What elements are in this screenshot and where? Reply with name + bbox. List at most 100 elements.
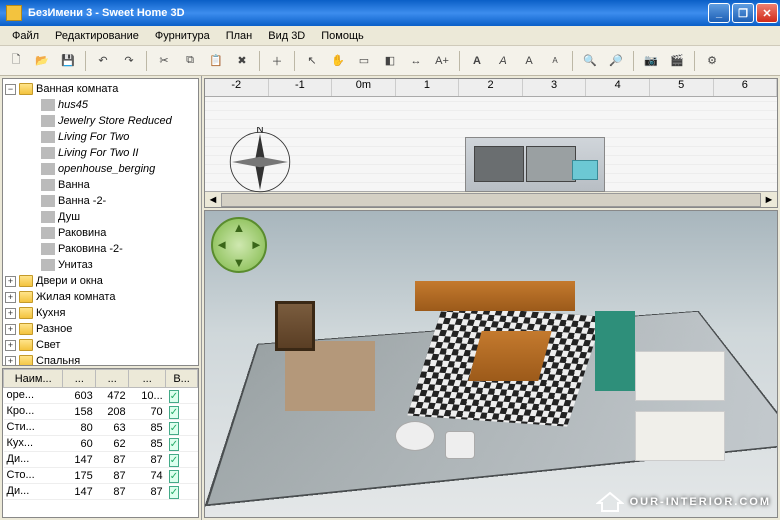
- tree-item-label: Ванна -2-: [58, 195, 106, 207]
- text-bold-icon[interactable]: A: [465, 49, 489, 73]
- cut-icon[interactable]: ✂: [152, 49, 176, 73]
- furniture-icon: [41, 227, 55, 239]
- tree-item[interactable]: Ванна: [5, 177, 196, 193]
- collapse-icon[interactable]: −: [5, 84, 16, 95]
- column-header[interactable]: В...: [166, 370, 198, 388]
- checkbox-icon[interactable]: ✓: [169, 406, 179, 419]
- plan-view[interactable]: -2-10m123456 N ◄ ►: [204, 78, 778, 208]
- room-icon[interactable]: ◧: [378, 49, 402, 73]
- expand-icon[interactable]: +: [5, 308, 16, 319]
- plan-canvas[interactable]: N: [205, 97, 777, 191]
- pan-icon[interactable]: ✋: [326, 49, 350, 73]
- menu-edit[interactable]: Редактирование: [47, 28, 147, 44]
- maximize-button[interactable]: ❐: [732, 3, 754, 23]
- checkbox-icon[interactable]: ✓: [169, 486, 179, 499]
- tree-folder[interactable]: +Жилая комната: [5, 289, 196, 305]
- open-icon[interactable]: 📂: [30, 49, 54, 73]
- furniture-table[interactable]: Наим............В... оре...60347210...✓ …: [2, 368, 199, 518]
- table-row[interactable]: Ди...1478787✓: [4, 484, 198, 500]
- zoom-in-icon[interactable]: 🔍: [578, 49, 602, 73]
- table-row[interactable]: Сто...1758774✓: [4, 468, 198, 484]
- camera-icon[interactable]: 📷: [639, 49, 663, 73]
- checkbox-icon[interactable]: ✓: [169, 438, 179, 451]
- text-small-icon[interactable]: A: [543, 49, 567, 73]
- menu-help[interactable]: Помощь: [313, 28, 372, 44]
- furniture-icon: [41, 131, 55, 143]
- column-header[interactable]: ...: [63, 370, 96, 388]
- tree-item[interactable]: Душ: [5, 209, 196, 225]
- undo-icon[interactable]: ↶: [91, 49, 115, 73]
- add-furniture-icon[interactable]: ＋: [265, 49, 289, 73]
- table-row[interactable]: оре...60347210...✓: [4, 388, 198, 404]
- minimize-button[interactable]: _: [708, 3, 730, 23]
- expand-icon[interactable]: +: [5, 340, 16, 351]
- close-button[interactable]: ✕: [756, 3, 778, 23]
- wall-icon[interactable]: ▭: [352, 49, 376, 73]
- tree-folder[interactable]: +Свет: [5, 337, 196, 353]
- new-icon[interactable]: 🗋: [4, 49, 28, 73]
- expand-icon[interactable]: +: [5, 356, 16, 367]
- paste-icon[interactable]: 📋: [204, 49, 228, 73]
- menu-file[interactable]: Файл: [4, 28, 47, 44]
- tree-item[interactable]: Унитаз: [5, 257, 196, 273]
- table-row[interactable]: Кух...606285✓: [4, 436, 198, 452]
- ruler-horizontal: -2-10m123456: [205, 79, 777, 97]
- tree-item[interactable]: Living For Two: [5, 129, 196, 145]
- tree-item[interactable]: Раковина -2-: [5, 241, 196, 257]
- scroll-left-icon[interactable]: ◄: [205, 194, 221, 206]
- nav-right-icon[interactable]: ►: [250, 237, 263, 252]
- expand-icon[interactable]: +: [5, 276, 16, 287]
- tree-item[interactable]: Ванна -2-: [5, 193, 196, 209]
- table-row[interactable]: Кро...15820870✓: [4, 404, 198, 420]
- ruler-tick: 4: [586, 79, 650, 96]
- zoom-out-icon[interactable]: 🔎: [604, 49, 628, 73]
- checkbox-icon[interactable]: ✓: [169, 470, 179, 483]
- tree-item[interactable]: Раковина: [5, 225, 196, 241]
- scroll-right-icon[interactable]: ►: [761, 194, 777, 206]
- tree-folder[interactable]: +Двери и окна: [5, 273, 196, 289]
- text-big-icon[interactable]: A: [517, 49, 541, 73]
- select-icon[interactable]: ↖: [300, 49, 324, 73]
- text-italic-icon[interactable]: A: [491, 49, 515, 73]
- dimension-icon[interactable]: ↔: [404, 49, 428, 73]
- table-row[interactable]: Ди...1478787✓: [4, 452, 198, 468]
- catalog-tree[interactable]: − Ванная комната hus45Jewelry Store Reduc…: [2, 78, 199, 366]
- checkbox-icon[interactable]: ✓: [169, 454, 179, 467]
- nav-down-icon[interactable]: ▼: [233, 255, 246, 270]
- expand-icon[interactable]: +: [5, 292, 16, 303]
- table-row[interactable]: Сти...806385✓: [4, 420, 198, 436]
- expand-icon[interactable]: +: [5, 324, 16, 335]
- menu-furniture[interactable]: Фурнитура: [147, 28, 218, 44]
- delete-icon[interactable]: ✖: [230, 49, 254, 73]
- tree-root[interactable]: − Ванная комната: [5, 81, 196, 97]
- menu-view3d[interactable]: Вид 3D: [260, 28, 313, 44]
- column-header[interactable]: ...: [129, 370, 166, 388]
- save-icon[interactable]: 💾: [56, 49, 80, 73]
- 3d-view[interactable]: ▲ ◄► ▼ OUR-INTERIOR.COM: [204, 210, 778, 518]
- 3d-nav-pad[interactable]: ▲ ◄ ► ▼: [211, 217, 267, 273]
- column-header[interactable]: ...: [96, 370, 129, 388]
- video-icon[interactable]: 🎬: [665, 49, 689, 73]
- tree-item[interactable]: Living For Two II: [5, 145, 196, 161]
- tree-item[interactable]: hus45: [5, 97, 196, 113]
- tree-folder[interactable]: +Разное: [5, 321, 196, 337]
- copy-icon[interactable]: ⧉: [178, 49, 202, 73]
- tree-folder[interactable]: +Кухня: [5, 305, 196, 321]
- nav-up-icon[interactable]: ▲: [233, 220, 246, 235]
- tree-folder[interactable]: +Спальня: [5, 353, 196, 366]
- column-header[interactable]: Наим...: [4, 370, 63, 388]
- ruler-tick: 2: [459, 79, 523, 96]
- text-icon[interactable]: A+: [430, 49, 454, 73]
- tree-item[interactable]: Jewelry Store Reduced: [5, 113, 196, 129]
- prefs-icon[interactable]: ⚙: [700, 49, 724, 73]
- tree-item-label: Душ: [58, 211, 80, 223]
- checkbox-icon[interactable]: ✓: [169, 390, 179, 403]
- tree-root-label: Ванная комната: [36, 83, 118, 95]
- furniture-icon: [41, 179, 55, 191]
- checkbox-icon[interactable]: ✓: [169, 422, 179, 435]
- furniture-icon: [41, 147, 55, 159]
- tree-item[interactable]: openhouse_berging: [5, 161, 196, 177]
- redo-icon[interactable]: ↷: [117, 49, 141, 73]
- nav-left-icon[interactable]: ◄: [215, 237, 228, 252]
- menu-plan[interactable]: План: [218, 28, 261, 44]
